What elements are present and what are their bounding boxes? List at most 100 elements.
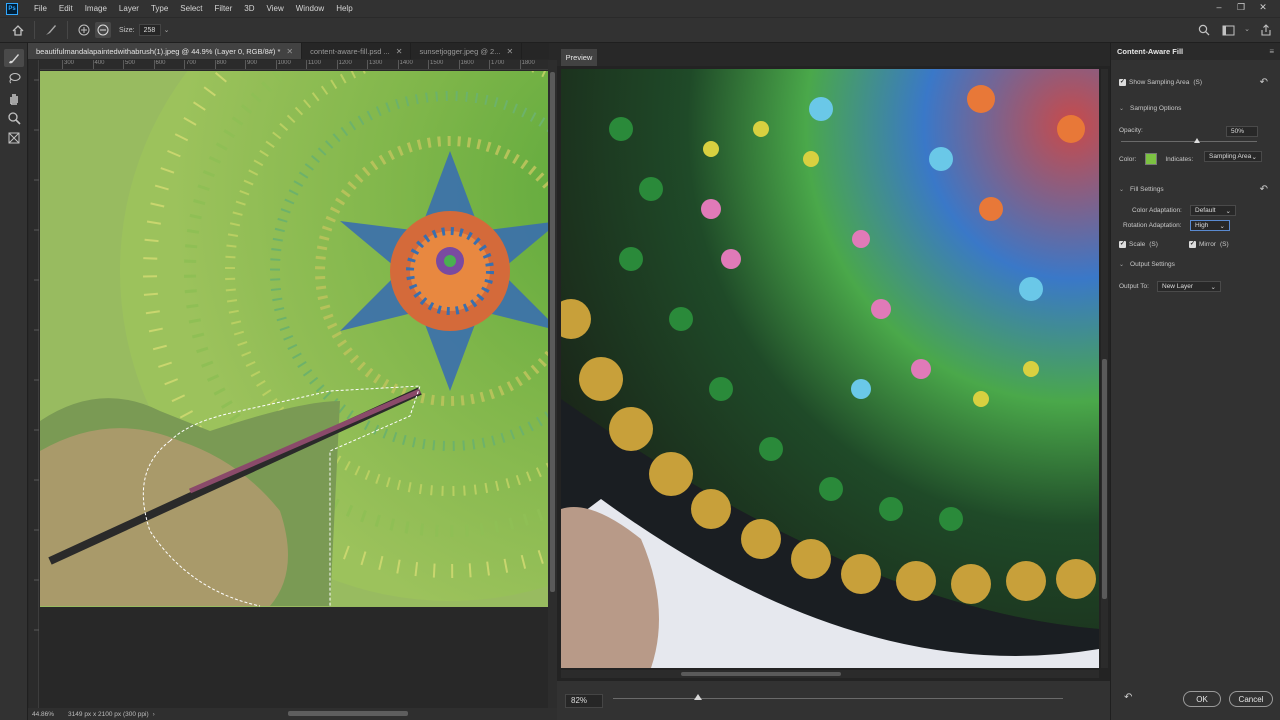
scroll-thumb[interactable] [681, 672, 841, 676]
canvas-vertical-scrollbar[interactable] [548, 60, 557, 708]
brush-tool-icon[interactable] [3, 49, 24, 67]
sampling-color-swatch[interactable] [1145, 153, 1158, 165]
color-label: Color: [1119, 155, 1137, 163]
tab-sunsetjogger-jpeg[interactable]: sunsetjogger.jpeg @ 2... ✕ [411, 43, 523, 59]
zoom-tool-icon[interactable] [4, 109, 24, 127]
status-zoom[interactable]: 44.86% [32, 711, 54, 718]
menu-select[interactable]: Select [174, 0, 208, 17]
horizontal-ruler: 300 400 500 600 700 800 900 1000 1100 1200 1300 140… [40, 60, 548, 70]
ruler-tick-label: 1100 [306, 60, 321, 69]
chevron-down-icon: ⌄ [1219, 222, 1225, 230]
share-icon[interactable] [1258, 22, 1274, 38]
indicates-label: Indicates: [1165, 155, 1194, 163]
opacity-field[interactable]: 50% [1226, 126, 1258, 137]
reset-fill-settings-icon[interactable]: ↶ [1260, 184, 1268, 195]
ruler-tick-label: 600 [153, 60, 166, 69]
chevron-down-icon[interactable]: ⌄ [1244, 25, 1250, 38]
sampling-options-section[interactable]: ⌄ Sampling Options [1119, 105, 1181, 112]
reset-sampling-icon[interactable]: ↶ [1260, 77, 1268, 88]
cancel-button[interactable]: Cancel [1229, 691, 1273, 707]
status-doc-info: 3149 px x 2100 px (300 ppi) [68, 710, 149, 718]
close-icon[interactable]: ✕ [396, 47, 403, 56]
add-to-selection-icon[interactable] [76, 22, 92, 38]
menu-image[interactable]: Image [79, 0, 113, 17]
lasso-tool-icon[interactable] [4, 69, 24, 87]
window-controls: – ❐ ✕ [1208, 0, 1274, 15]
ruler-tick-label: 700 [184, 60, 196, 69]
tab-preview[interactable]: Preview [561, 49, 597, 66]
scroll-thumb[interactable] [550, 72, 555, 592]
menu-file[interactable]: File [28, 0, 53, 17]
output-settings-label: Output Settings [1130, 261, 1175, 268]
show-sampling-area-checkbox[interactable]: ✓ [1119, 79, 1126, 86]
opacity-row: Opacity: [1119, 127, 1143, 134]
reset-all-icon[interactable]: ↶ [1124, 692, 1132, 703]
search-icon[interactable] [1196, 22, 1212, 38]
menu-layer[interactable]: Layer [113, 0, 145, 17]
menu-view[interactable]: View [261, 0, 290, 17]
scale-row: ✓ Scale (S) [1119, 241, 1158, 248]
menu-3d[interactable]: 3D [238, 0, 260, 17]
panel-menu-icon[interactable]: ≡ [1269, 47, 1274, 56]
rotation-adaptation-row: Rotation Adaptation: [1123, 222, 1182, 229]
tab-mandala-jpeg[interactable]: beautifulmandalapaintedwithabrush(1).jpe… [28, 43, 303, 59]
mirror-checkbox[interactable]: ✓ [1189, 241, 1196, 248]
tab-content-aware-fill-psd[interactable]: content-aware-fill.psd ... ✕ [302, 43, 412, 59]
preview-image[interactable] [561, 69, 1099, 668]
preview-vertical-scrollbar[interactable] [1101, 69, 1108, 668]
minimize-icon[interactable]: – [1208, 0, 1230, 15]
color-adaptation-value: Default [1195, 207, 1216, 214]
opacity-value: 50% [1231, 128, 1245, 135]
ruler-tick-label: 1200 [336, 60, 352, 69]
rotation-adaptation-dropdown[interactable]: High ⌄ [1190, 220, 1230, 231]
indicates-dropdown[interactable]: Sampling Area ⌄ [1204, 151, 1262, 162]
separator [34, 21, 35, 39]
fill-settings-section[interactable]: ⌄ Fill Settings [1119, 186, 1164, 193]
chevron-right-icon[interactable]: › [153, 711, 155, 718]
output-to-dropdown[interactable]: New Layer ⌄ [1157, 281, 1221, 292]
preview-zoom-handle[interactable] [694, 694, 702, 700]
chevron-down-icon[interactable]: ⌄ [164, 26, 170, 34]
document-canvas[interactable] [40, 71, 548, 607]
close-icon[interactable]: ✕ [286, 47, 293, 56]
panel-header: Content-Aware Fill ≡ [1111, 43, 1280, 60]
preview-zoom-slider[interactable] [613, 698, 1063, 699]
canvas-horizontal-scroll-thumb[interactable] [288, 711, 408, 716]
color-adaptation-label: Color Adaptation: [1132, 207, 1182, 214]
opacity-slider-handle[interactable] [1194, 138, 1200, 143]
menu-type[interactable]: Type [145, 0, 174, 17]
close-icon[interactable]: ✕ [506, 47, 513, 56]
restore-icon[interactable]: ❐ [1230, 0, 1252, 15]
menu-bar: Ps File Edit Image Layer Type Select Fil… [0, 0, 1280, 17]
ok-button[interactable]: OK [1183, 691, 1221, 707]
opacity-slider[interactable] [1121, 141, 1257, 142]
preview-horizontal-scrollbar[interactable] [561, 670, 1099, 678]
rotation-adaptation-label: Rotation Adaptation: [1123, 222, 1182, 229]
rotation-adaptation-value: High [1195, 222, 1209, 229]
scroll-thumb[interactable] [1102, 359, 1107, 599]
color-adaptation-dropdown[interactable]: Default ⌄ [1190, 205, 1236, 216]
menu-edit[interactable]: Edit [53, 0, 79, 17]
brush-tool-icon[interactable] [43, 22, 59, 38]
close-icon[interactable]: ✕ [1252, 0, 1274, 15]
chevron-down-icon: ⌄ [1210, 283, 1216, 291]
status-bar: 44.86% 3149 px x 2100 px (300 ppi) › [28, 708, 557, 720]
preview-zoom-field[interactable]: 82% [565, 693, 603, 708]
ruler-tick-label: 1700 [489, 60, 504, 69]
brush-size-field[interactable]: 258 [138, 24, 161, 36]
menu-window[interactable]: Window [290, 0, 330, 17]
home-icon[interactable] [10, 22, 26, 38]
menu-filter[interactable]: Filter [209, 0, 239, 17]
ruler-tick-label: 400 [92, 60, 105, 69]
indicates-value: Sampling Area [1209, 153, 1252, 160]
scale-checkbox[interactable]: ✓ [1119, 241, 1126, 248]
subtract-from-selection-icon[interactable] [95, 22, 111, 38]
preview-zoom-bar: 82% [557, 681, 1110, 720]
output-settings-section[interactable]: ⌄ Output Settings [1119, 261, 1175, 268]
workspace-icon[interactable] [1220, 22, 1236, 38]
content-aware-fill-panel: Content-Aware Fill ≡ ✓ Show Sampling Are… [1110, 43, 1280, 720]
hand-tool-icon[interactable] [4, 89, 24, 107]
frame-tool-icon[interactable] [4, 129, 24, 147]
chevron-down-icon: ⌄ [1119, 187, 1125, 193]
menu-help[interactable]: Help [330, 0, 358, 17]
